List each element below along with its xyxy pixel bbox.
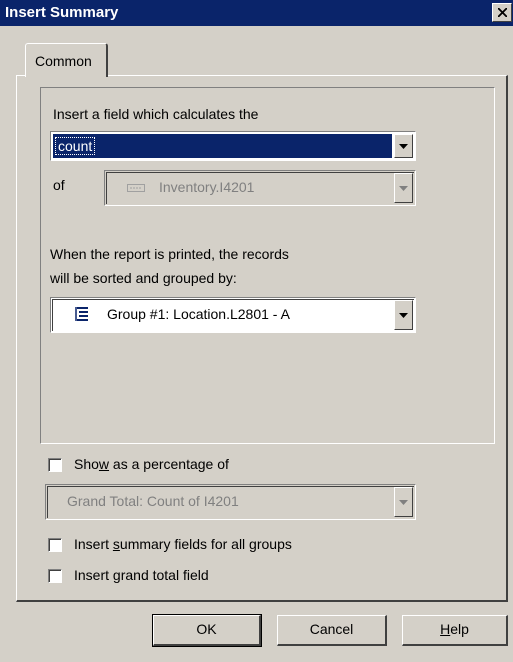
chevron-down-icon: [399, 313, 408, 318]
database-field-icon: [127, 184, 145, 192]
summary-field-value: Inventory.I4201: [159, 179, 255, 195]
percentage-of-dropdown: Grand Total: Count of I4201: [45, 484, 416, 520]
grand-total-accel: g: [112, 567, 121, 583]
chevron-down-icon: [399, 144, 408, 149]
percentage-of-dropdown-button: [394, 487, 413, 517]
close-button[interactable]: [492, 3, 512, 22]
summary-all-groups-label[interactable]: Insert summary fields for all groups: [74, 536, 292, 552]
insert-summary-dialog: Insert Summary Common Insert a field whi…: [0, 0, 513, 662]
grand-total-label-post: rand total field: [120, 567, 209, 583]
help-label-rest: elp: [450, 621, 469, 637]
tab-common[interactable]: Common: [25, 43, 108, 77]
chevron-down-icon: [399, 500, 408, 505]
summary-all-groups-label-post: ummary fields for all groups: [119, 536, 292, 552]
group-by-dropdown[interactable]: Group #1: Location.L2801 - A: [50, 297, 416, 333]
of-label: of: [53, 177, 65, 193]
percentage-of-value: Grand Total: Count of I4201: [67, 493, 239, 509]
summary-all-groups-checkbox[interactable]: [48, 538, 62, 552]
summary-field-dropdown-button: [394, 173, 413, 203]
group-icon: [75, 307, 88, 321]
sorted-label-line1: When the report is printed, the records: [50, 246, 289, 262]
ok-button[interactable]: OK: [152, 614, 262, 647]
summary-field-dropdown: Inventory.I4201: [104, 170, 416, 206]
tab-common-label: Common: [35, 53, 92, 69]
grand-total-label[interactable]: Insert grand total field: [74, 567, 209, 583]
group-by-dropdown-button[interactable]: [394, 300, 413, 330]
show-percentage-label-pre: Sho: [74, 456, 99, 472]
group-by-value: Group #1: Location.L2801 - A: [107, 306, 290, 322]
grand-total-checkbox[interactable]: [48, 569, 62, 583]
window-title: Insert Summary: [5, 4, 119, 21]
summary-function-selected: count: [53, 134, 392, 158]
show-percentage-accel: w: [98, 456, 110, 472]
summary-function-dropdown-button[interactable]: [394, 134, 413, 158]
show-percentage-checkbox[interactable]: [48, 458, 62, 472]
help-accel: H: [440, 621, 451, 637]
summary-all-groups-label-pre: Insert: [74, 536, 113, 552]
show-percentage-label[interactable]: Show as a percentage of: [74, 456, 229, 472]
close-icon: [498, 8, 507, 17]
summary-all-groups-accel: s: [112, 536, 120, 552]
cancel-button[interactable]: Cancel: [277, 615, 387, 646]
calculates-label: Insert a field which calculates the: [53, 106, 259, 122]
title-bar: Insert Summary: [0, 0, 513, 26]
show-percentage-label-post: as a percentage of: [109, 456, 229, 472]
chevron-down-icon: [399, 186, 408, 191]
sorted-label-line2: will be sorted and grouped by:: [50, 270, 237, 286]
grand-total-label-pre: Insert: [74, 567, 113, 583]
summary-function-dropdown[interactable]: count: [50, 131, 416, 161]
help-button[interactable]: Help: [402, 615, 508, 646]
summary-function-value: count: [55, 137, 96, 155]
